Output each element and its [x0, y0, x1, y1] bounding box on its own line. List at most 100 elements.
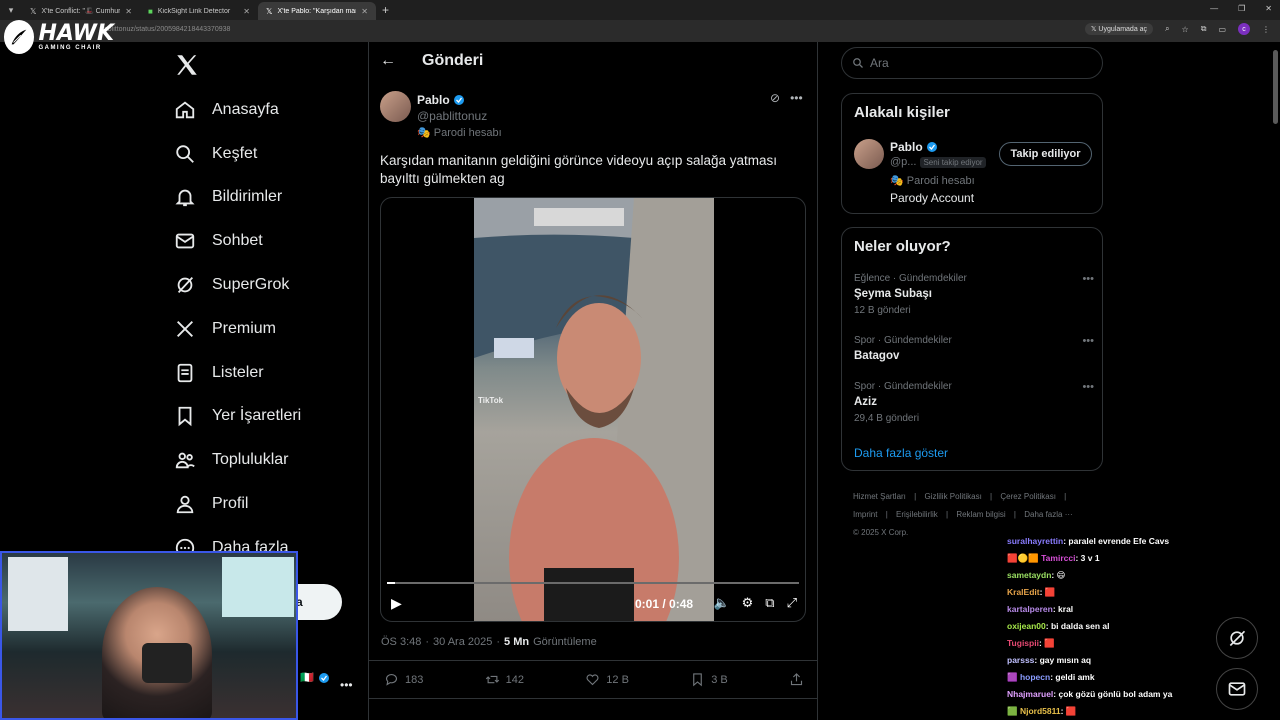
footer-link[interactable]: Daha fazla ···: [1024, 510, 1072, 519]
more-options-icon[interactable]: •••: [790, 91, 803, 105]
related-avatar[interactable]: [854, 139, 884, 169]
trends-title: Neler oluyor?: [854, 238, 951, 255]
pip-icon[interactable]: ⧉: [765, 595, 774, 611]
nav-item-bookmarks[interactable]: Yer İşaretleri: [174, 395, 301, 439]
reply-button[interactable]: 183: [384, 672, 423, 687]
views-label: Görüntüleme: [533, 636, 597, 648]
nav-label: SuperGrok: [212, 276, 290, 294]
nav-item-lists[interactable]: Listeler: [174, 351, 301, 395]
chat-message: KralEdit: 🟥: [1007, 584, 1207, 601]
footer-link[interactable]: Imprint: [853, 510, 877, 519]
related-label-text: Parodi hesabı: [906, 175, 975, 187]
like-count: 12 B: [606, 673, 629, 686]
sidebar-icon[interactable]: ▭: [1218, 25, 1226, 34]
browser-tab-3[interactable]: 𝕏 X'te Pablo: "Karşıdan maniten ✕: [258, 2, 376, 20]
nav-item-explore[interactable]: Keşfet: [174, 132, 301, 176]
trend-item[interactable]: Eğlence · Gündemdekiler Şeyma Subaşı 12 …: [854, 273, 1094, 316]
zoom-icon[interactable]: ⌕: [1165, 24, 1169, 34]
footer-link[interactable]: Reklam bilgisi: [956, 510, 1005, 519]
more-options-icon[interactable]: •••: [1082, 335, 1094, 347]
like-button[interactable]: 12 B: [585, 672, 629, 687]
footer-link[interactable]: Çerez Politikası: [1000, 492, 1056, 501]
repost-button[interactable]: 142: [485, 672, 524, 687]
related-name[interactable]: Pablo: [890, 140, 938, 154]
restore-icon[interactable]: ❐: [1238, 4, 1245, 13]
webcam-background-window: [222, 557, 294, 617]
related-parody-label: 🎭 Parodi hesabı: [890, 175, 975, 187]
grok-floating-button[interactable]: [1216, 617, 1258, 659]
open-in-app-button[interactable]: 𝕏 Uygulamada aç: [1084, 23, 1154, 35]
browser-tab-2[interactable]: ■ KickSight Link Detector ✕: [140, 2, 258, 20]
nav-item-notifications[interactable]: Bildirimler: [174, 176, 301, 220]
grok-icon[interactable]: ⊘: [770, 91, 780, 105]
close-tab-icon[interactable]: ✕: [361, 7, 368, 16]
post-date[interactable]: 30 Ara 2025: [433, 636, 492, 648]
show-more-link[interactable]: Daha fazla göster: [854, 446, 948, 460]
trend-item[interactable]: Spor · Gündemdekiler Batagov •••: [854, 335, 1094, 362]
share-button[interactable]: [789, 672, 804, 687]
nav-item-home[interactable]: Anasayfa: [174, 88, 301, 132]
open-in-app-label: Uygulamada aç: [1098, 26, 1148, 33]
close-tab-icon[interactable]: ✕: [125, 7, 132, 16]
play-icon[interactable]: ▶: [391, 595, 402, 612]
nav-item-chat[interactable]: Sohbet: [174, 219, 301, 263]
back-arrow-icon[interactable]: ←: [380, 52, 396, 70]
related-handle[interactable]: @p...: [890, 156, 916, 168]
footer-link[interactable]: Gizlilik Politikası: [924, 492, 981, 501]
chat-message: 🟥🟡🟧 Tamircci: 3 v 1: [1007, 550, 1207, 567]
post-time[interactable]: ÖS 3:48: [381, 636, 421, 648]
reply-count: 183: [405, 673, 424, 686]
copyright: © 2025 X Corp.: [853, 528, 909, 537]
chat-message: parsss: gay mısın aq: [1007, 652, 1207, 669]
post-author-handle[interactable]: @pablittonuz: [417, 109, 487, 123]
video-frame[interactable]: TikTok: [474, 198, 714, 621]
close-window-icon[interactable]: ✕: [1265, 4, 1272, 13]
post-author-avatar[interactable]: [380, 91, 411, 122]
more-options-icon[interactable]: •••: [1082, 381, 1094, 393]
footer-link[interactable]: Erişilebilirlik: [896, 510, 938, 519]
volume-icon[interactable]: 🔈: [713, 595, 729, 611]
repost-icon: [485, 675, 499, 684]
footer-separator: |: [946, 510, 949, 519]
account-switcher-badges[interactable]: 🇮🇹: [300, 671, 330, 684]
nav-item-premium[interactable]: Premium: [174, 307, 301, 351]
verified-badge-icon: [926, 142, 937, 152]
video-progress-bar[interactable]: [387, 582, 799, 584]
heart-icon: [586, 674, 599, 686]
footer-link[interactable]: Hizmet Şartları: [853, 492, 906, 501]
star-icon[interactable]: ☆: [1182, 25, 1189, 34]
post-author[interactable]: Pablo: [417, 93, 465, 107]
follows-you-badge: Seni takip ediyor: [920, 156, 986, 168]
main-header: ← Gönderi: [380, 52, 483, 70]
divider: [369, 660, 817, 661]
trend-item[interactable]: Spor · Gündemdekiler Aziz 29,4 B gönderi…: [854, 381, 1094, 424]
trend-category: Eğlence · Gündemdekiler: [854, 273, 967, 284]
x-logo-icon[interactable]: [174, 52, 200, 78]
profile-avatar[interactable]: c: [1238, 23, 1250, 35]
settings-icon[interactable]: ⚙: [742, 595, 754, 611]
minimize-icon[interactable]: —: [1210, 4, 1218, 13]
hawk-logo-overlay: HAWK GAMING CHAIR: [4, 18, 114, 56]
video-player[interactable]: TikTok ▶ 0:01 / 0:48 🔈 ⚙ ⧉ ⤢: [380, 197, 806, 622]
nav-item-supergrok[interactable]: SuperGrok: [174, 263, 301, 307]
nav-item-profile[interactable]: Profil: [174, 482, 301, 526]
menu-icon[interactable]: ⋮: [1262, 25, 1270, 34]
tab-search-icon[interactable]: ▾: [0, 0, 22, 20]
bookmark-button[interactable]: 3 B: [690, 672, 728, 687]
following-button[interactable]: Takip ediliyor: [999, 142, 1092, 166]
close-tab-icon[interactable]: ✕: [243, 7, 250, 16]
new-tab-button[interactable]: +: [382, 3, 389, 17]
url-text[interactable]: pablittonuz/status/2005984218443370938: [100, 26, 230, 33]
messages-floating-button[interactable]: [1216, 668, 1258, 710]
chat-message: 🟪 hopecn: geldi amk: [1007, 669, 1207, 686]
account-more-icon[interactable]: •••: [340, 678, 353, 692]
scrollbar-thumb[interactable]: [1273, 50, 1278, 124]
more-options-icon[interactable]: •••: [1082, 273, 1094, 285]
window-controls: — ❐ ✕: [1210, 4, 1272, 13]
related-title: Alakalı kişiler: [854, 104, 950, 121]
chat-badges-icon: 🟥🟡🟧: [1007, 553, 1042, 563]
nav-item-communities[interactable]: Topluluklar: [174, 438, 301, 482]
extensions-icon[interactable]: ⧉: [1201, 24, 1207, 34]
search-box[interactable]: Ara: [841, 47, 1103, 79]
fullscreen-icon[interactable]: ⤢: [787, 595, 797, 611]
